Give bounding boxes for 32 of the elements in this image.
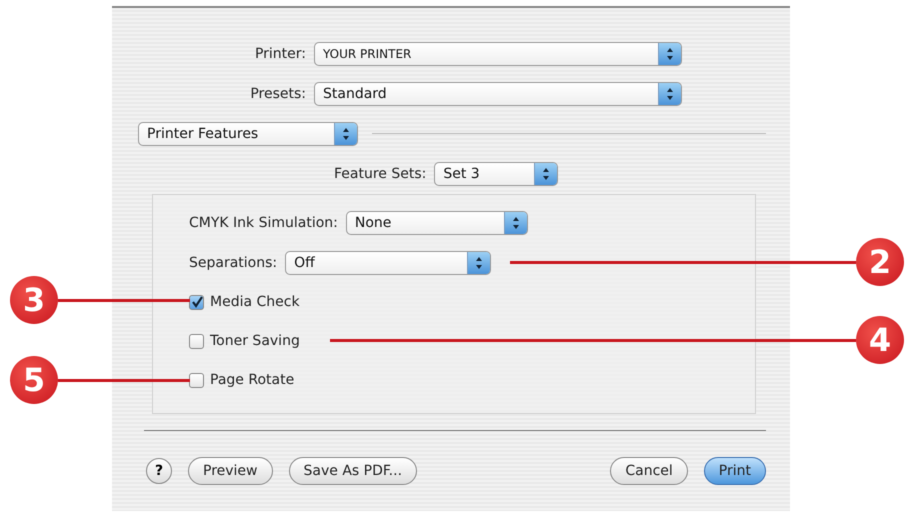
popup-menu[interactable]: Off <box>285 250 492 274</box>
stepper-arrows-icon <box>334 122 357 145</box>
help-button[interactable]: ? <box>146 458 172 484</box>
checkbox[interactable] <box>189 294 204 310</box>
push-button[interactable]: Cancel <box>610 457 688 486</box>
stepper-arrows-icon <box>658 82 681 105</box>
push-button[interactable]: Preview <box>188 457 272 486</box>
checkbox-label: Page Rotate <box>210 372 294 388</box>
checkbox[interactable] <box>189 372 204 388</box>
field-label: Separations: <box>189 254 278 270</box>
popup-menu[interactable]: YOUR PRINTER <box>314 42 682 66</box>
default-button[interactable]: Print <box>704 457 766 486</box>
checkbox-label: Toner Saving <box>210 333 300 349</box>
field-label: Feature Sets: <box>334 166 426 182</box>
callout-number: 5 <box>10 356 58 404</box>
push-button[interactable]: Save As PDF... <box>288 457 418 486</box>
callout-number: 4 <box>856 316 904 364</box>
stepper-arrows-icon <box>534 162 558 185</box>
popup-menu[interactable]: Standard <box>314 82 682 106</box>
stepper-arrows-icon <box>504 212 527 234</box>
stepper-arrows-icon <box>467 252 490 274</box>
stepper-arrows-icon <box>658 42 681 65</box>
field-label: CMYK Ink Simulation: <box>189 214 338 230</box>
checkbox-label: Media Check <box>210 294 300 310</box>
checkbox[interactable] <box>189 334 204 348</box>
popup-menu[interactable]: Set 3 <box>434 162 558 186</box>
popup-menu[interactable]: None <box>346 210 528 234</box>
callout-number: 2 <box>856 238 904 286</box>
field-label: Printer: <box>254 46 306 62</box>
field-label: Presets: <box>249 86 306 102</box>
popup-menu[interactable]: Printer Features <box>138 122 358 146</box>
callout-number: 3 <box>10 276 58 324</box>
